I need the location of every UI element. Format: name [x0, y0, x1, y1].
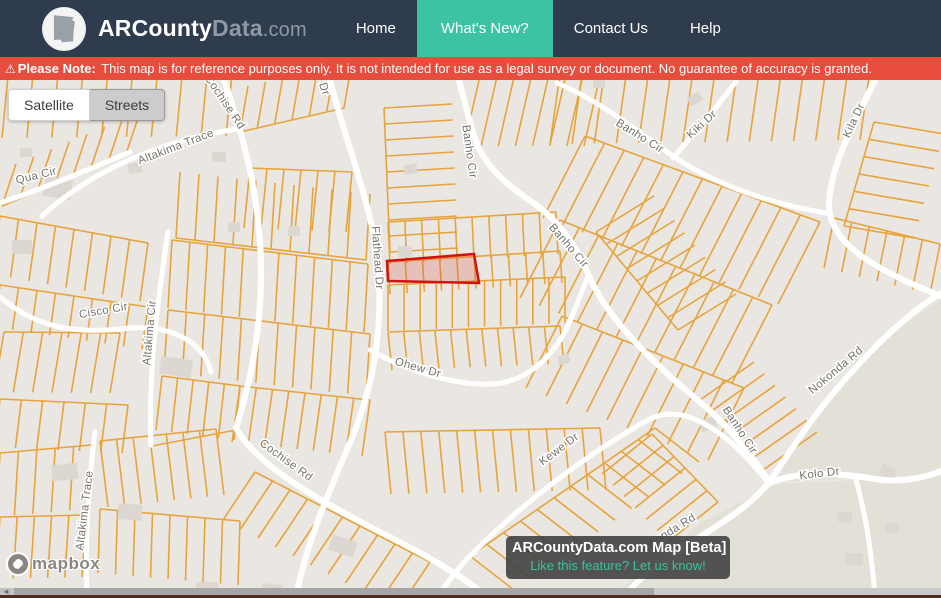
nav-item-whats-new[interactable]: What's New?	[417, 0, 553, 57]
arkansas-logo-icon	[42, 7, 86, 51]
top-navbar: ARCountyData.com Home What's New? Contac…	[0, 0, 941, 57]
selected-parcel[interactable]	[387, 254, 479, 283]
street-label: Kiki Dr	[685, 108, 720, 141]
nav-item-home[interactable]: Home	[335, 0, 417, 57]
scrollbar-thumb[interactable]	[14, 588, 654, 595]
road	[42, 129, 236, 216]
satellite-button[interactable]: Satellite	[8, 89, 90, 121]
street-label: Cisco Cir	[78, 301, 129, 321]
brand-arcounty: ARCounty	[98, 15, 212, 41]
street-label: Ohew Dr	[393, 356, 442, 381]
mapbox-wordmark: mapbox	[32, 554, 100, 574]
nav-item-contact-us[interactable]: Contact Us	[553, 0, 669, 57]
streets-button[interactable]: Streets	[90, 89, 165, 121]
street-label: Altakima Trace	[74, 470, 96, 551]
map-disclaimer-banner: ⚠Please Note: This map is for reference …	[0, 57, 941, 80]
feedback-link[interactable]: Like this feature? Let us know!	[512, 558, 724, 573]
arkansas-state-shape	[52, 14, 76, 44]
street-labels: Qua CirCochise RdAltakima TraceDrBanho C…	[15, 80, 868, 557]
nav-menu: Home What's New? Contact Us Help	[335, 0, 742, 57]
map-beta-tooltip: ARCountyData.com Map [Beta] Like this fe…	[506, 536, 730, 579]
horizontal-scrollbar[interactable]: ◄	[0, 588, 941, 595]
site-title: ARCountyData.com	[98, 15, 307, 42]
brand-com: .com	[263, 19, 307, 41]
mapbox-icon	[8, 554, 28, 574]
disclaimer-text: This map is for reference purposes only.…	[98, 61, 872, 76]
nav-item-help[interactable]: Help	[669, 0, 742, 57]
basemap-toggle: Satellite Streets	[8, 89, 165, 121]
brand-data: Data	[212, 15, 263, 41]
map-beta-title: ARCountyData.com Map [Beta]	[512, 540, 724, 556]
road	[829, 80, 941, 296]
street-label: Flathead Dr	[369, 226, 385, 290]
map-svg: Qua CirCochise RdAltakima TraceDrBanho C…	[0, 80, 941, 588]
scroll-left-arrow-icon[interactable]: ◄	[0, 588, 12, 595]
brand[interactable]: ARCountyData.com	[0, 0, 307, 57]
disclaimer-bold: Please Note:	[18, 61, 96, 76]
warning-icon: ⚠	[5, 62, 16, 76]
map-canvas[interactable]: Qua CirCochise RdAltakima TraceDrBanho C…	[0, 80, 941, 588]
street-label: Kewe Dr	[537, 431, 581, 468]
mapbox-attribution[interactable]: mapbox	[8, 554, 100, 574]
